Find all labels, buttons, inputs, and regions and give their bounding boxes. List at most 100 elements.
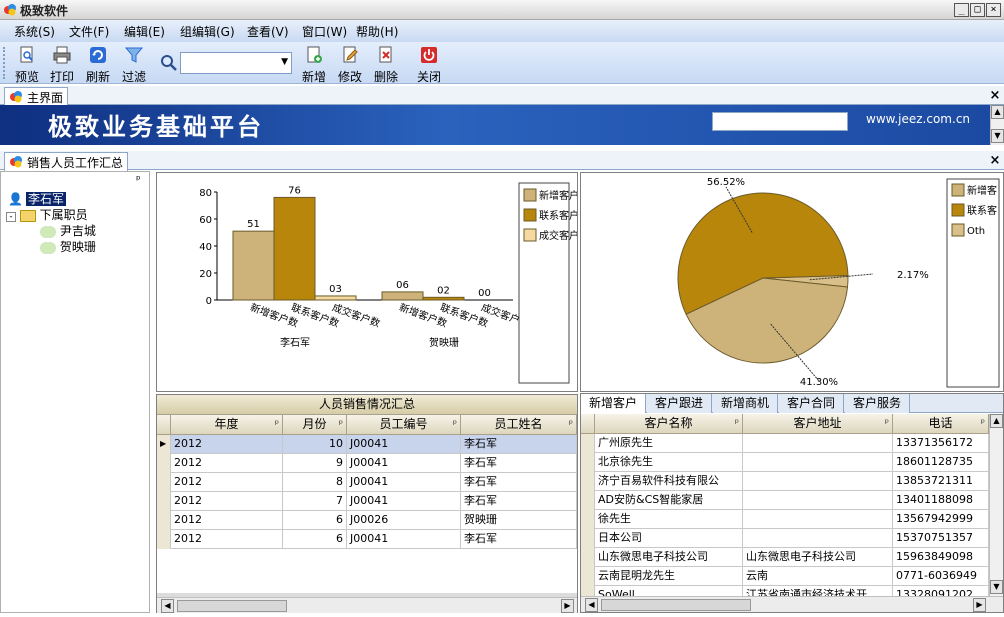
column-header[interactable]: 员工姓名 ᵖ (461, 415, 577, 435)
table-row[interactable]: 2012 6 J00026 贺映珊 (157, 511, 577, 530)
row-selector[interactable] (157, 454, 171, 473)
table-row[interactable]: 日本公司 15370751357 (581, 529, 989, 548)
menu-file[interactable]: 文件(F) (69, 23, 109, 40)
delete-button[interactable]: 删除 (368, 45, 404, 84)
add-button[interactable]: 新增 (296, 45, 332, 84)
customer-vscroll[interactable]: ▲ ▼ (989, 414, 1003, 596)
customer-tab[interactable]: 新增客户 (581, 394, 647, 413)
menu-help[interactable]: 帮助(H) (356, 23, 398, 40)
row-selector[interactable] (581, 567, 595, 586)
row-selector[interactable] (581, 548, 595, 567)
row-selector[interactable] (581, 510, 595, 529)
tree-child-node[interactable]: 贺映珊 (40, 239, 96, 255)
toolbar-grip[interactable] (3, 47, 6, 79)
scroll-thumb[interactable] (177, 600, 287, 612)
pin-icon[interactable]: ᵖ (453, 415, 457, 434)
row-selector[interactable] (581, 529, 595, 548)
banner-search-input[interactable] (712, 112, 848, 131)
row-selector[interactable] (157, 511, 171, 530)
column-header[interactable]: 月份 ᵖ (283, 415, 347, 435)
tree-child-node[interactable]: 尹吉城 (40, 223, 96, 239)
pin-icon[interactable]: ᵖ (569, 415, 573, 434)
filter-button[interactable]: 过滤 (116, 45, 152, 84)
table-row[interactable]: 云南昆明龙先生 云南 0771-6036949 (581, 567, 989, 586)
table-row[interactable]: 2012 8 J00041 李石军 (157, 473, 577, 492)
sales-hscroll[interactable]: ◀ ▶ (157, 597, 577, 613)
bar-value-label: 02 (437, 285, 450, 296)
row-selector[interactable] (581, 586, 595, 596)
scroll-down-icon[interactable]: ▼ (991, 129, 1004, 143)
row-selector[interactable] (581, 472, 595, 491)
column-header[interactable]: 客户地址 ᵖ (743, 414, 893, 434)
tree-root-node[interactable]: 👤 李石军 (8, 191, 67, 207)
table-row[interactable]: 2012 7 J00041 李石军 (157, 492, 577, 511)
row-selector-header[interactable] (157, 415, 171, 435)
table-row[interactable]: ▶ 2012 10 J00041 李石军 (157, 435, 577, 454)
tab-summary[interactable]: 销售人员工作汇总 (4, 152, 129, 171)
pin-icon[interactable]: ᵖ (735, 414, 739, 433)
row-selector[interactable] (157, 473, 171, 492)
scroll-up-icon[interactable]: ▲ (991, 105, 1004, 119)
table-row[interactable]: 山东微思电子科技公司 山东微思电子科技公司 15963849098 (581, 548, 989, 567)
scroll-down-icon[interactable]: ▼ (990, 580, 1003, 594)
minimize-button[interactable]: _ (954, 3, 969, 17)
row-selector[interactable] (581, 491, 595, 510)
menu-edit[interactable]: 编辑(E) (124, 23, 165, 40)
pin-icon[interactable]: ᵖ (981, 414, 985, 433)
pin-icon[interactable]: ᵖ (136, 173, 141, 186)
column-header[interactable]: 年度 ᵖ (171, 415, 283, 435)
search-combo[interactable]: ▼ (180, 52, 292, 74)
column-header[interactable]: 客户名称 ᵖ (595, 414, 743, 434)
menu-view[interactable]: 查看(V) (247, 23, 289, 40)
customer-tab[interactable]: 客户跟进 (647, 394, 713, 413)
pin-icon[interactable]: ᵖ (275, 415, 279, 434)
scroll-right-icon[interactable]: ▶ (561, 599, 574, 613)
table-row[interactable]: 济宁百易软件科技有限公 13853721311 (581, 472, 989, 491)
close-summary-tab-icon[interactable]: × (988, 154, 1002, 168)
scroll-right-icon[interactable]: ▶ (973, 598, 986, 612)
refresh-button[interactable]: 刷新 (80, 45, 116, 84)
banner-scrollbar[interactable]: ▲ ▼ (990, 105, 1004, 145)
row-selector[interactable]: ▶ (157, 435, 171, 454)
search-icon[interactable] (160, 54, 178, 72)
collapse-icon[interactable]: - (6, 212, 16, 222)
table-row[interactable]: 广州原先生 13371356172 (581, 434, 989, 453)
menu-window[interactable]: 窗口(W) (302, 23, 347, 40)
edit-button[interactable]: 修改 (332, 45, 368, 84)
table-row[interactable]: SoWell 江苏省南通市经济技术开 13328091202 (581, 586, 989, 596)
menu-group-edit[interactable]: 组编辑(G) (180, 23, 235, 40)
table-row[interactable]: 2012 9 J00041 李石军 (157, 454, 577, 473)
chevron-down-icon[interactable]: ▼ (281, 57, 288, 67)
pin-icon[interactable]: ᵖ (339, 415, 343, 434)
row-selector[interactable] (157, 530, 171, 549)
scroll-thumb[interactable] (601, 599, 751, 611)
customer-tab[interactable]: 客户合同 (779, 394, 845, 413)
row-selector-header[interactable] (581, 414, 595, 434)
customer-tab[interactable]: 客户服务 (845, 394, 911, 413)
close-window-button[interactable]: × (986, 3, 1001, 17)
preview-button[interactable]: 预览 (9, 45, 45, 84)
bar-legend: 新增客户数联系客户数成交客户数 (518, 182, 577, 384)
maximize-button[interactable]: □ (970, 3, 985, 17)
column-header[interactable]: 员工编号 ᵖ (347, 415, 461, 435)
customer-tab[interactable]: 新增商机 (713, 394, 779, 413)
pin-icon[interactable]: ᵖ (885, 414, 889, 433)
tab-main[interactable]: 主界面 (4, 87, 69, 106)
close-main-tab-icon[interactable]: × (988, 89, 1002, 103)
scroll-up-icon[interactable]: ▲ (990, 414, 1003, 428)
customer-hscroll[interactable]: ◀ ▶ (581, 596, 1003, 612)
table-row[interactable]: AD安防&CS智能家居 13401188098 (581, 491, 989, 510)
row-selector[interactable] (581, 453, 595, 472)
scroll-left-icon[interactable]: ◀ (161, 599, 174, 613)
table-row[interactable]: 徐先生 13567942999 (581, 510, 989, 529)
print-button[interactable]: 打印 (44, 45, 80, 84)
table-row[interactable]: 北京徐先生 18601128735 (581, 453, 989, 472)
table-row[interactable]: 2012 6 J00041 李石军 (157, 530, 577, 549)
row-selector[interactable] (157, 492, 171, 511)
close-button[interactable]: 关闭 (411, 45, 447, 84)
row-selector[interactable] (581, 434, 595, 453)
tree-group-node[interactable]: - 下属职员 (6, 207, 88, 223)
column-header[interactable]: 电话 ᵖ (893, 414, 989, 434)
scroll-left-icon[interactable]: ◀ (585, 598, 598, 612)
menu-system[interactable]: 系统(S) (14, 23, 55, 40)
